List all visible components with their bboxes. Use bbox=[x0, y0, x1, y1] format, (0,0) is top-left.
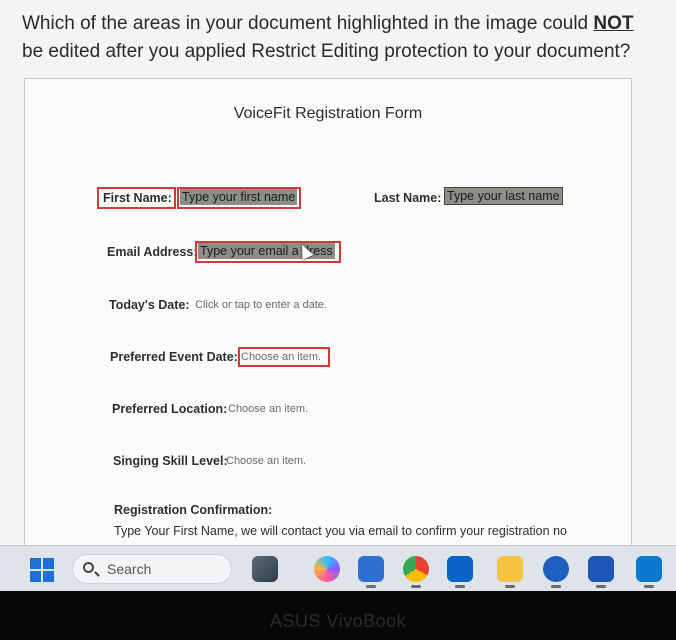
outlook-icon[interactable] bbox=[447, 556, 473, 588]
document-title: VoiceFit Registration Form bbox=[233, 105, 423, 122]
file-explorer-icon[interactable] bbox=[497, 556, 523, 588]
taskbar-search-label: Search bbox=[107, 561, 152, 577]
singing-skill-field[interactable]: Choose an item. bbox=[226, 455, 306, 467]
highlight-first-name-field bbox=[177, 187, 301, 209]
todays-date-field[interactable]: Click or tap to enter a date. bbox=[195, 299, 327, 311]
todays-date-label: Today's Date: bbox=[109, 298, 190, 312]
document-page: VoiceFit Registration Form First Name: T… bbox=[24, 78, 632, 548]
outlook-new-icon[interactable] bbox=[636, 556, 662, 588]
windows-taskbar: Search bbox=[0, 545, 676, 591]
remote-app-icon[interactable] bbox=[543, 556, 569, 588]
chrome-icon[interactable] bbox=[403, 556, 429, 588]
search-icon bbox=[83, 562, 94, 573]
taskbar-search[interactable]: Search bbox=[72, 554, 232, 584]
start-icon[interactable] bbox=[30, 558, 54, 582]
registration-confirmation-label: Registration Confirmation: bbox=[114, 503, 273, 517]
highlight-first-name-label bbox=[97, 187, 176, 209]
preferred-location-field[interactable]: Choose an item. bbox=[228, 403, 308, 415]
question-text: Which of the areas in your document high… bbox=[22, 10, 652, 66]
preferred-event-date-label: Preferred Event Date: bbox=[110, 350, 238, 364]
copilot-icon[interactable] bbox=[314, 556, 340, 582]
word-icon[interactable] bbox=[588, 556, 614, 588]
registration-confirmation-text: Type Your First Name, we will contact yo… bbox=[114, 524, 567, 538]
last-name-field[interactable]: Type your last name bbox=[444, 187, 563, 205]
last-name-label: Last Name: bbox=[374, 191, 442, 205]
highlight-email-field bbox=[195, 241, 341, 263]
highlight-preferred-event-date bbox=[238, 347, 330, 367]
media-app-icon[interactable] bbox=[252, 556, 278, 582]
question-emphasis: NOT bbox=[593, 13, 634, 34]
singing-skill-label: Singing Skill Level: bbox=[113, 454, 228, 468]
email-label: Email Address: bbox=[107, 245, 198, 259]
laptop-bezel: ASUS VivoBook bbox=[0, 591, 676, 640]
store-icon[interactable] bbox=[358, 556, 384, 588]
question-part1: Which of the areas in your document high… bbox=[22, 13, 594, 34]
question-part2: be edited after you applied Restrict Edi… bbox=[22, 41, 631, 62]
preferred-location-label: Preferred Location: bbox=[112, 402, 228, 416]
laptop-brand: ASUS VivoBook bbox=[269, 611, 407, 631]
